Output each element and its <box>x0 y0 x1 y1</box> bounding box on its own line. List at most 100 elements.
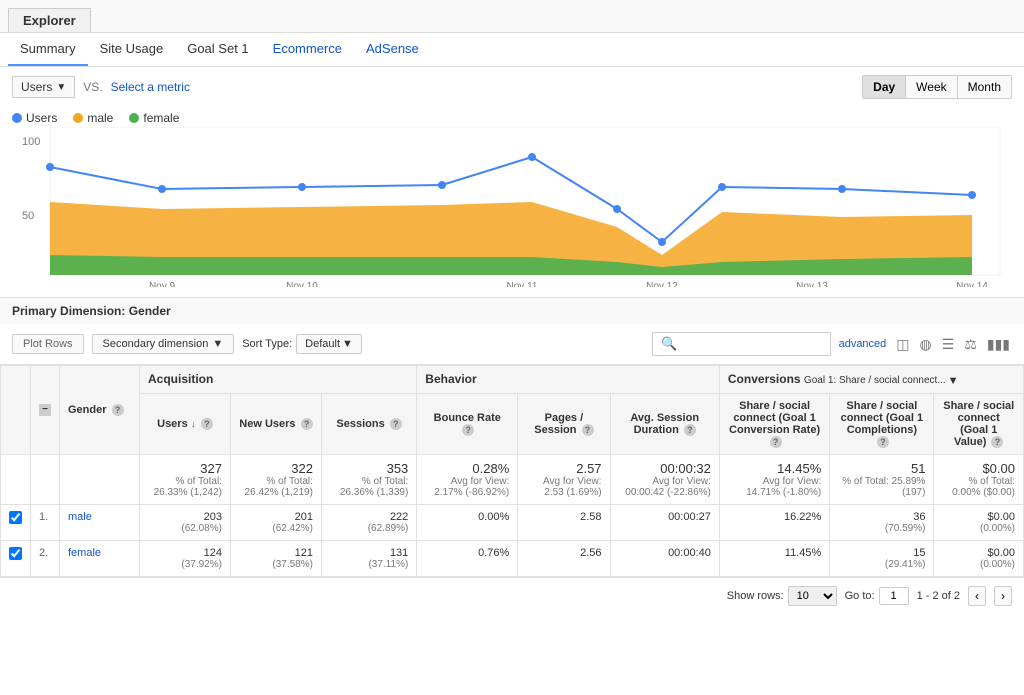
male-dot-icon <box>73 113 83 123</box>
tab-summary[interactable]: Summary <box>8 33 88 66</box>
gender-col-header: Gender ? <box>60 366 140 455</box>
search-input[interactable] <box>682 338 822 350</box>
goal-value-help-icon[interactable]: ? <box>991 436 1003 448</box>
users-help-icon[interactable]: ? <box>201 418 213 430</box>
sessions-help-icon[interactable]: ? <box>390 418 402 430</box>
conversions-group-header: Conversions Goal 1: Share / social conne… <box>719 366 1023 394</box>
users-sort-icon[interactable]: ↓ <box>191 419 196 430</box>
female-link[interactable]: female <box>68 547 101 559</box>
totals-completions-sub: % of Total: 25.89% (197) <box>838 476 925 498</box>
female-users-cell: 124 (37.92%) <box>140 540 231 576</box>
secondary-dimension-dropdown[interactable]: Secondary dimension ▼ <box>92 334 235 354</box>
behavior-group-header: Behavior <box>417 366 720 394</box>
totals-pages-cell: 2.57 Avg for View: 2.53 (1.69%) <box>518 454 610 504</box>
totals-bounce-cell: 0.28% Avg for View: 2.17% (-86.92%) <box>417 454 518 504</box>
tab-goal-set1[interactable]: Goal Set 1 <box>175 33 260 66</box>
list-icon[interactable]: ☰ <box>940 334 957 355</box>
datapoint <box>838 185 846 193</box>
female-goalvalue-cell: $0.00 (0.00%) <box>934 540 1024 576</box>
time-buttons: Day Week Month <box>862 75 1012 99</box>
gender-help-icon[interactable]: ? <box>112 404 124 416</box>
male-pages-cell: 2.58 <box>518 504 610 540</box>
pie-icon[interactable]: ◍ <box>918 334 934 355</box>
svg-text:100: 100 <box>22 136 40 148</box>
totals-goalvalue-cell: $0.00 % of Total: 0.00% ($0.00) <box>934 454 1024 504</box>
pagination-bar: Show rows: 10 25 100 Go to: 1 - 2 of 2 ‹… <box>0 577 1024 614</box>
next-page-button[interactable]: › <box>994 586 1012 606</box>
bounce-rate-col-header: Bounce Rate ? <box>417 393 518 454</box>
svg-text:Nov 13: Nov 13 <box>796 281 828 287</box>
legend-female-label: female <box>143 111 179 125</box>
chart-controls: Users ▼ VS. Select a metric Day Week Mon… <box>0 67 1024 107</box>
datapoint <box>658 238 666 246</box>
vs-text: VS. <box>83 80 102 94</box>
totals-avgsession-sub: Avg for View: 00:00:42 (-22.86%) <box>619 476 711 498</box>
nav-tabs: Summary Site Usage Goal Set 1 Ecommerce … <box>0 33 1024 67</box>
totals-row: 327 % of Total: 26.33% (1,242) 322 % of … <box>1 454 1024 504</box>
legend-male-label: male <box>87 111 113 125</box>
female-convrate-cell: 11.45% <box>719 540 829 576</box>
goto-input[interactable] <box>879 587 909 605</box>
primary-dimension-label: Primary Dimension: <box>12 304 125 318</box>
select-metric-link[interactable]: Select a metric <box>111 80 190 94</box>
totals-goalvalue-sub: % of Total: 0.00% ($0.00) <box>942 476 1015 498</box>
male-num-cell: 1. <box>31 504 60 540</box>
primary-dimension-bar: Primary Dimension: Gender <box>0 297 1024 324</box>
male-checkbox[interactable] <box>9 511 22 524</box>
bar-chart-icon[interactable]: ▮▮▮ <box>985 334 1012 355</box>
avg-session-help-icon[interactable]: ? <box>684 424 696 436</box>
prev-page-button[interactable]: ‹ <box>968 586 986 606</box>
completions-help-icon[interactable]: ? <box>877 436 889 448</box>
male-sessions-cell: 222 (62.89%) <box>321 504 416 540</box>
week-button[interactable]: Week <box>906 76 957 98</box>
tab-site-usage[interactable]: Site Usage <box>88 33 176 66</box>
metric-arrow-icon: ▼ <box>56 82 66 93</box>
tab-adsense[interactable]: AdSense <box>354 33 431 66</box>
totals-convrate-sub: Avg for View: 14.71% (-1.80%) <box>728 476 821 498</box>
table-row: 1. male 203 (62.08%) 201 (62.42%) 222 (6… <box>1 504 1024 540</box>
female-dot-icon <box>129 113 139 123</box>
legend-male: male <box>73 111 113 125</box>
conv-rate-help-icon[interactable]: ? <box>770 436 782 448</box>
female-checkbox-cell[interactable] <box>1 540 31 576</box>
bounce-help-icon[interactable]: ? <box>462 424 474 436</box>
svg-text:Nov 11: Nov 11 <box>507 281 538 287</box>
filter-icon[interactable]: ⚖ <box>962 334 979 355</box>
male-bounce-cell: 0.00% <box>417 504 518 540</box>
advanced-link[interactable]: advanced <box>839 338 887 350</box>
checkbox-header <box>1 366 31 455</box>
month-button[interactable]: Month <box>958 76 1011 98</box>
explorer-tab-bar: Explorer <box>0 0 1024 33</box>
new-users-help-icon[interactable]: ? <box>301 418 313 430</box>
datapoint <box>718 183 726 191</box>
female-completions-cell: 15 (29.41%) <box>830 540 934 576</box>
pages-session-col-header: Pages / Session ? <box>518 393 610 454</box>
rows-per-page-select[interactable]: 10 25 100 <box>788 586 837 606</box>
male-label-cell: male <box>60 504 140 540</box>
totals-completions-val: 51 <box>911 461 925 476</box>
secondary-dim-arrow-icon: ▼ <box>212 338 223 350</box>
minus-header[interactable]: − <box>31 366 60 455</box>
datapoint <box>528 153 536 161</box>
pages-help-icon[interactable]: ? <box>582 424 594 436</box>
explorer-tab[interactable]: Explorer <box>8 8 91 32</box>
tab-ecommerce[interactable]: Ecommerce <box>261 33 354 66</box>
totals-pages-val: 2.57 <box>576 461 601 476</box>
male-checkbox-cell[interactable] <box>1 504 31 540</box>
page-info: 1 - 2 of 2 <box>917 590 960 602</box>
conversions-dropdown[interactable]: Goal 1: Share / social connect... ▼ <box>804 375 959 387</box>
female-pages-cell: 2.56 <box>518 540 610 576</box>
totals-sessions-sub: % of Total: 26.36% (1,339) <box>330 476 408 498</box>
plot-rows-button[interactable]: Plot Rows <box>12 334 84 354</box>
day-button[interactable]: Day <box>863 76 906 98</box>
sort-type-control: Sort Type: Default ▼ <box>242 334 362 354</box>
users-dot-icon <box>12 113 22 123</box>
male-link[interactable]: male <box>68 511 92 523</box>
svg-text:Nov 12: Nov 12 <box>646 281 678 287</box>
metric-dropdown[interactable]: Users ▼ <box>12 76 75 98</box>
totals-bounce-val: 0.28% <box>472 461 509 476</box>
female-checkbox[interactable] <box>9 547 22 560</box>
grid-icon[interactable]: ◫ <box>894 334 911 355</box>
sort-type-dropdown[interactable]: Default ▼ <box>296 334 362 354</box>
goto-label: Go to: <box>845 590 875 602</box>
